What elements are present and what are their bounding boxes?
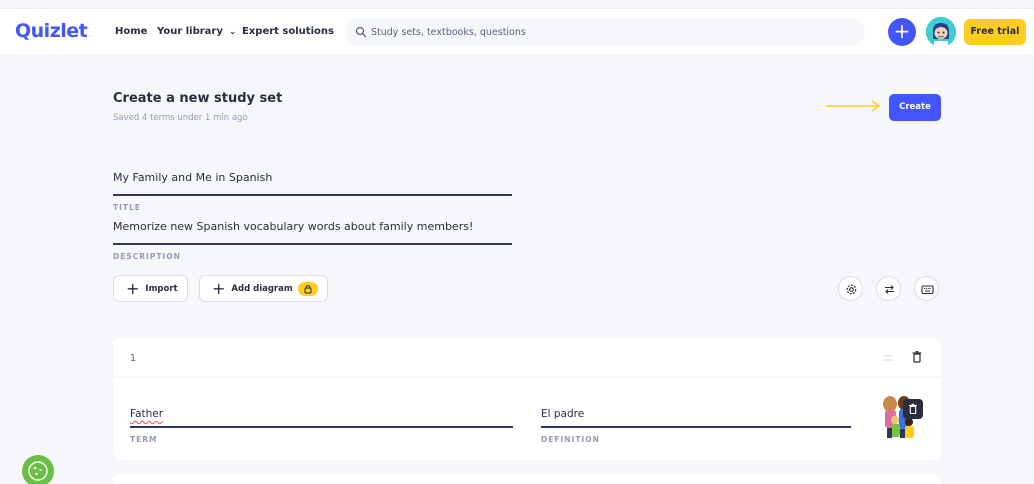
term-card-next: [113, 474, 941, 484]
card-header: 1: [113, 338, 941, 378]
chevron-down-icon: ⌄: [228, 27, 237, 37]
avatar[interactable]: [926, 17, 956, 47]
definition-field[interactable]: El padre DEFINITION: [541, 408, 851, 444]
term-label: TERM: [130, 435, 158, 444]
nav-home-link[interactable]: Home: [115, 26, 147, 37]
settings-icon: [846, 284, 857, 295]
import-label: Import: [145, 283, 178, 294]
term-underline: [130, 426, 513, 428]
keyboard-icon: [921, 285, 934, 295]
avatar-illustration: [926, 17, 956, 47]
definition-value[interactable]: El padre: [541, 408, 851, 422]
swap-icon: [885, 285, 894, 294]
term-value[interactable]: Father: [130, 408, 513, 422]
saved-status: Saved 4 terms under 1 min ago: [113, 113, 248, 123]
create-button[interactable]: Create: [889, 94, 941, 121]
keyboard-shortcuts-button[interactable]: [914, 276, 939, 301]
cookie-icon: [28, 461, 48, 481]
add-diagram-label: Add diagram: [231, 283, 293, 294]
remove-image-button[interactable]: [903, 399, 923, 419]
settings-button[interactable]: [838, 276, 863, 301]
title-field[interactable]: My Family and Me in Spanish TITLE: [113, 171, 512, 212]
term-text: Father: [130, 408, 164, 420]
plus-icon: +: [893, 19, 911, 43]
title-label: TITLE: [113, 203, 141, 212]
nav-your-library[interactable]: Your library ⌄: [157, 26, 236, 37]
term-field[interactable]: Father TERM: [130, 408, 513, 444]
description-field[interactable]: Memorize new Spanish vocabulary words ab…: [113, 220, 512, 261]
trash-icon[interactable]: [912, 351, 922, 363]
lock-icon: [297, 281, 318, 296]
title-underline: [113, 194, 512, 196]
search-input[interactable]: [371, 22, 851, 42]
plus-icon: +: [212, 278, 226, 298]
search-bar[interactable]: [345, 18, 865, 46]
add-diagram-button[interactable]: + Add diagram: [199, 275, 328, 302]
drag-handle-icon[interactable]: [883, 355, 893, 361]
description-label: DESCRIPTION: [113, 252, 181, 261]
trash-icon: [909, 403, 917, 415]
description-underline: [113, 243, 512, 245]
page-title: Create a new study set: [113, 91, 283, 106]
cookie-settings-button[interactable]: [22, 455, 54, 484]
definition-label: DEFINITION: [541, 435, 600, 444]
card-number: 1: [130, 353, 137, 364]
nav-expert-solutions-link[interactable]: Expert solutions: [242, 26, 334, 37]
create-plus-button[interactable]: +: [888, 18, 916, 46]
search-icon: [355, 26, 367, 38]
quizlet-logo[interactable]: Quizlet: [15, 20, 88, 42]
definition-underline: [541, 426, 851, 428]
free-trial-button[interactable]: Free trial: [964, 19, 1026, 45]
import-button[interactable]: + Import: [113, 275, 188, 302]
plus-icon: +: [126, 278, 140, 298]
term-card: 1 Father TERM El padre DEFINITION: [113, 338, 941, 460]
arrow-annotation-icon: [826, 100, 881, 112]
nav-your-library-label: Your library: [157, 26, 223, 37]
description-value[interactable]: Memorize new Spanish vocabulary words ab…: [113, 220, 512, 238]
title-value[interactable]: My Family and Me in Spanish: [113, 171, 512, 189]
top-nav-bar: Quizlet Home Your library ⌄ Expert soluti…: [0, 8, 1034, 55]
swap-terms-button[interactable]: [876, 276, 901, 301]
